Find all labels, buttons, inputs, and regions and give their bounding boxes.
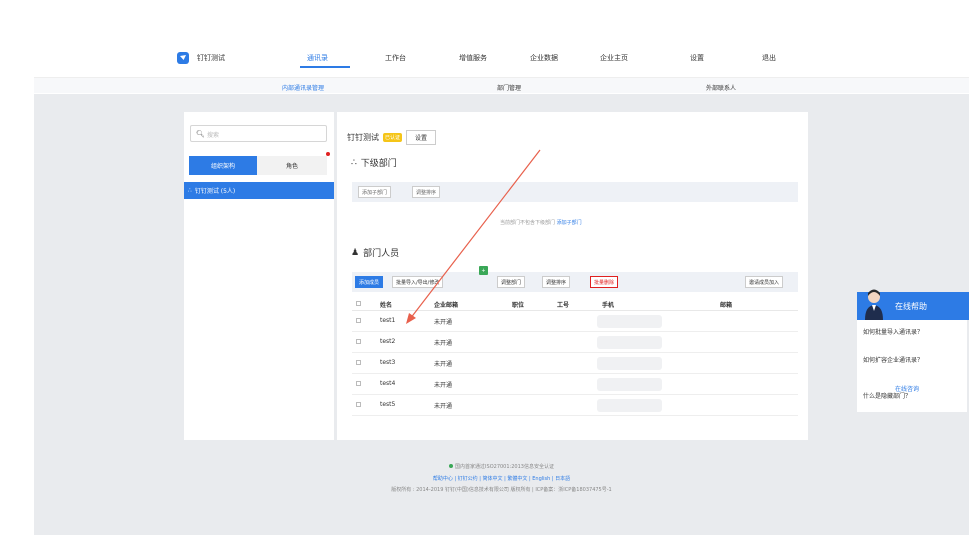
phone-redacted — [597, 315, 662, 328]
row-checkbox[interactable] — [356, 318, 361, 323]
subnav-internal-contacts[interactable]: 内部通讯录管理 — [282, 83, 324, 92]
adjust-order-members-button[interactable]: 调整排序 — [542, 276, 571, 288]
support-avatar-icon — [865, 289, 883, 320]
app-logo[interactable]: 钉钉测试 — [177, 52, 225, 64]
phone-redacted — [597, 399, 662, 412]
dept-name: 钉钉测试 — [347, 133, 379, 142]
subdept-toolbar: 添加子部门 调整排序 — [352, 182, 798, 202]
help-header[interactable]: 在线帮助 — [857, 289, 969, 320]
member-email-status: 未开通 — [434, 319, 453, 326]
member-name: test5 — [380, 401, 396, 408]
member-name: test3 — [380, 359, 396, 366]
verified-badge: 已认证 — [383, 133, 403, 142]
nav-logout[interactable]: 退出 — [762, 53, 776, 63]
help-title: 在线帮助 — [895, 302, 927, 311]
member-email-status: 未开通 — [434, 403, 453, 410]
member-email-status: 未开通 — [434, 340, 453, 347]
main-panel: 钉钉测试 已认证 设置 ∴ 下级部门 添加子部门 调整排序 当前部门不包含下级部… — [337, 112, 808, 440]
top-nav: 钉钉测试 通讯录 工作台 增值服务 企业数据 企业主页 设置 退出 内部通讯录管… — [34, 28, 969, 94]
row-checkbox[interactable] — [356, 339, 361, 344]
nav-enterprise-home[interactable]: 企业主页 — [600, 53, 628, 63]
tree-item-label: 钉钉测试 (5人) — [194, 188, 236, 195]
select-all-checkbox[interactable] — [356, 301, 361, 306]
batch-delete-button[interactable]: 批量删除 — [590, 276, 619, 288]
table-row[interactable]: test1 未开通 — [352, 312, 798, 332]
cert-text: 国内首家通过ISO27001:2013信息安全认证 — [455, 464, 554, 470]
search-input[interactable]: 🔍︎ 搜索 — [190, 125, 327, 142]
member-name: test2 — [380, 338, 396, 345]
org-sidebar: 🔍︎ 搜索 组织架构 角色 ∴ 钉钉测试 (5人) — [184, 112, 334, 440]
members-heading: ♟ 部门人员 — [351, 246, 400, 260]
col-phone: 手机 — [602, 302, 615, 309]
footer-cert: 国内首家通过ISO27001:2013信息安全认证 — [34, 463, 969, 470]
tree-item-root[interactable]: ∴ 钉钉测试 (5人) — [184, 182, 334, 199]
col-employee-id: 工号 — [557, 302, 570, 309]
subnav-external-contacts[interactable]: 外部联系人 — [706, 83, 736, 92]
app-title: 钉钉测试 — [197, 54, 225, 62]
sub-nav: 内部通讯录管理 部门管理 外部联系人 — [34, 77, 969, 93]
adjust-dept-button[interactable]: 调整部门 — [497, 276, 526, 288]
table-row[interactable]: test4 未开通 — [352, 375, 798, 395]
member-email-status: 未开通 — [434, 361, 453, 368]
table-row[interactable]: test5 未开通 — [352, 396, 798, 416]
add-subdept-button[interactable]: 添加子部门 — [358, 186, 392, 198]
help-question-3[interactable]: 什么是隐藏部门？ — [863, 392, 963, 402]
adjust-order-button[interactable]: 调整排序 — [412, 186, 441, 198]
members-table-header: 姓名 企业邮箱 职位 工号 手机 邮箱 — [352, 295, 798, 311]
help-question-2[interactable]: 如何扩容企业通讯录？ — [863, 356, 963, 366]
phone-redacted — [597, 357, 662, 370]
org-tree-icon: ∴ — [351, 157, 357, 168]
phone-redacted — [597, 336, 662, 349]
nav-settings[interactable]: 设置 — [690, 53, 704, 63]
search-icon: 🔍︎ — [196, 130, 205, 138]
row-checkbox[interactable] — [356, 402, 361, 407]
row-checkbox[interactable] — [356, 381, 361, 386]
empty-subdept-message: 当前部门不包含下级部门 添加子部门 — [500, 219, 582, 226]
nav-contacts[interactable]: 通讯录 — [307, 53, 328, 63]
batch-import-button[interactable]: 批量导入/导出/修改 — [392, 276, 444, 288]
table-row[interactable]: test3 未开通 — [352, 354, 798, 374]
people-icon: ♟ — [351, 247, 360, 258]
page-frame: 钉钉测试 通讯录 工作台 增值服务 企业数据 企业主页 设置 退出 内部通讯录管… — [34, 28, 969, 535]
nav-value-added[interactable]: 增值服务 — [459, 53, 487, 63]
nav-enterprise-data[interactable]: 企业数据 — [530, 53, 558, 63]
member-name: test4 — [380, 380, 396, 387]
dept-title-row: 钉钉测试 已认证 设置 — [347, 130, 437, 145]
search-placeholder: 搜索 — [207, 132, 220, 139]
footer-links[interactable]: 帮助中心 | 钉钉公约 | 简体中文 | 繁體中文 | English | 日本… — [34, 475, 969, 482]
cert-dot-icon — [449, 464, 454, 468]
tab-org-structure[interactable]: 组织架构 — [189, 156, 257, 175]
col-email: 企业邮箱 — [434, 302, 459, 309]
col-name: 姓名 — [380, 302, 393, 309]
member-name: test1 — [380, 317, 396, 324]
notification-dot — [326, 152, 330, 156]
active-nav-indicator — [300, 66, 350, 68]
help-question-1[interactable]: 如何批量导入通讯录？ — [863, 328, 963, 338]
subdept-heading-label: 下级部门 — [360, 159, 397, 169]
online-help-widget[interactable]: 在线帮助 如何批量导入通讯录？ 如何扩容企业通讯录？ 在线咨询 什么是隐藏部门？ — [857, 289, 969, 412]
row-checkbox[interactable] — [356, 360, 361, 365]
nav-workbench[interactable]: 工作台 — [385, 53, 406, 63]
import-new-badge: + — [479, 266, 488, 275]
add-subdept-link[interactable]: 添加子部门 — [557, 220, 582, 226]
empty-text: 当前部门不包含下级部门 — [500, 220, 556, 226]
footer-copyright: 版权所有 : 2014-2019 钉钉(中国)信息技术有限公司 版权所有 | I… — [391, 487, 612, 493]
dingtalk-logo-icon — [177, 52, 189, 64]
org-tree-icon: ∴ — [188, 187, 192, 194]
subdept-heading: ∴ 下级部门 — [351, 156, 397, 170]
add-member-button[interactable]: 添加成员 — [355, 276, 384, 288]
members-toolbar: 添加成员 批量导入/导出/修改 + 调整部门 调整排序 批量删除 邀请成员加入 — [352, 266, 798, 292]
dept-settings-button[interactable]: 设置 — [406, 130, 437, 145]
tab-roles[interactable]: 角色 — [257, 156, 327, 175]
invite-member-button[interactable]: 邀请成员加入 — [745, 276, 784, 288]
members-heading-label: 部门人员 — [363, 249, 400, 259]
phone-redacted — [597, 378, 662, 391]
table-row[interactable]: test2 未开通 — [352, 333, 798, 353]
subnav-dept-management[interactable]: 部门管理 — [497, 83, 521, 92]
member-email-status: 未开通 — [434, 382, 453, 389]
col-mailbox: 邮箱 — [720, 302, 733, 309]
col-position: 职位 — [512, 302, 525, 309]
